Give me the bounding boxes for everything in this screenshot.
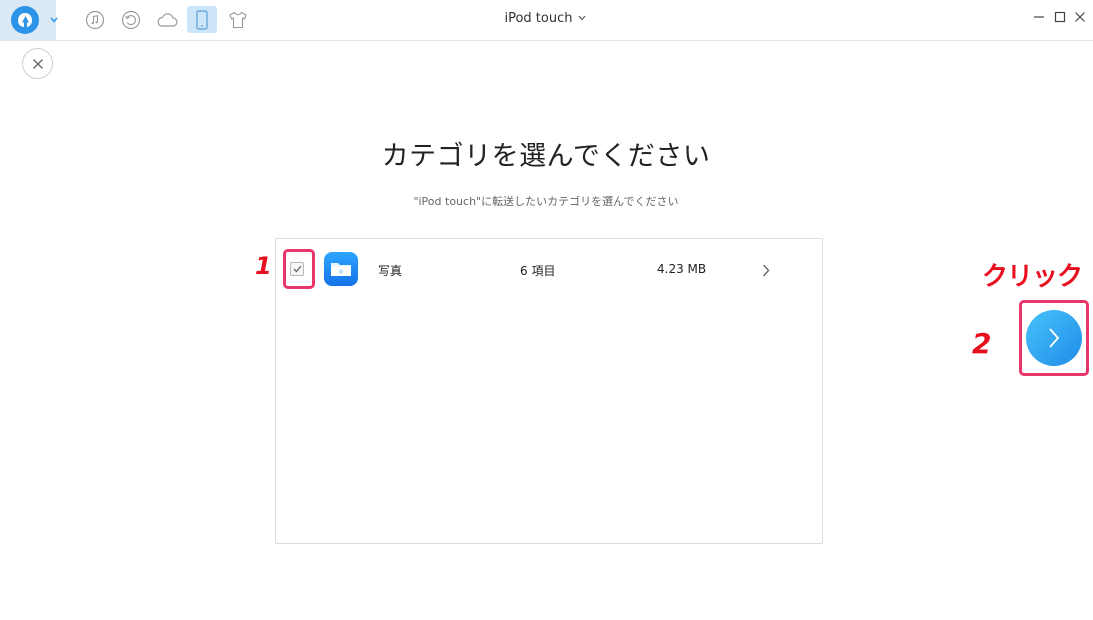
minimize-button[interactable] bbox=[1031, 9, 1047, 25]
maximize-button[interactable] bbox=[1052, 9, 1068, 25]
title-bar: iPod touch bbox=[0, 0, 1093, 41]
app-logo-icon[interactable] bbox=[11, 6, 39, 34]
category-size: 4.23 MB bbox=[657, 262, 707, 276]
cloud-icon[interactable] bbox=[152, 6, 182, 33]
device-icon[interactable] bbox=[187, 6, 217, 33]
page-subtitle: "iPod touch"に転送したいカテゴリを選んでください bbox=[413, 195, 679, 208]
annotation-click-label: クリック bbox=[982, 262, 1083, 292]
list-item[interactable]: 写真 6 項目 4.23 MB bbox=[276, 239, 822, 301]
chevron-right-icon[interactable] bbox=[759, 262, 773, 278]
chevron-right-icon bbox=[1049, 328, 1060, 348]
history-icon[interactable] bbox=[116, 6, 146, 33]
device-name: iPod touch bbox=[504, 10, 573, 26]
shirt-icon[interactable] bbox=[223, 6, 253, 33]
app-menu-chevron-icon[interactable] bbox=[47, 13, 61, 27]
annotation-step-2: 2 bbox=[972, 327, 992, 360]
category-count: 6 項目 bbox=[520, 264, 556, 278]
category-name: 写真 bbox=[378, 264, 403, 278]
photos-folder-icon bbox=[324, 252, 358, 286]
category-list: 写真 6 項目 4.23 MB bbox=[275, 238, 823, 544]
close-icon[interactable] bbox=[22, 48, 53, 79]
highlight-box-checkbox bbox=[283, 249, 315, 289]
next-button[interactable] bbox=[1026, 310, 1082, 366]
close-window-button[interactable] bbox=[1072, 9, 1088, 25]
device-selector[interactable]: iPod touch bbox=[470, 0, 620, 36]
annotation-step-1: 1 bbox=[255, 252, 272, 280]
chevron-down-icon bbox=[578, 15, 585, 21]
page-title: カテゴリを選んでください bbox=[381, 141, 711, 172]
music-icon[interactable] bbox=[80, 6, 110, 33]
